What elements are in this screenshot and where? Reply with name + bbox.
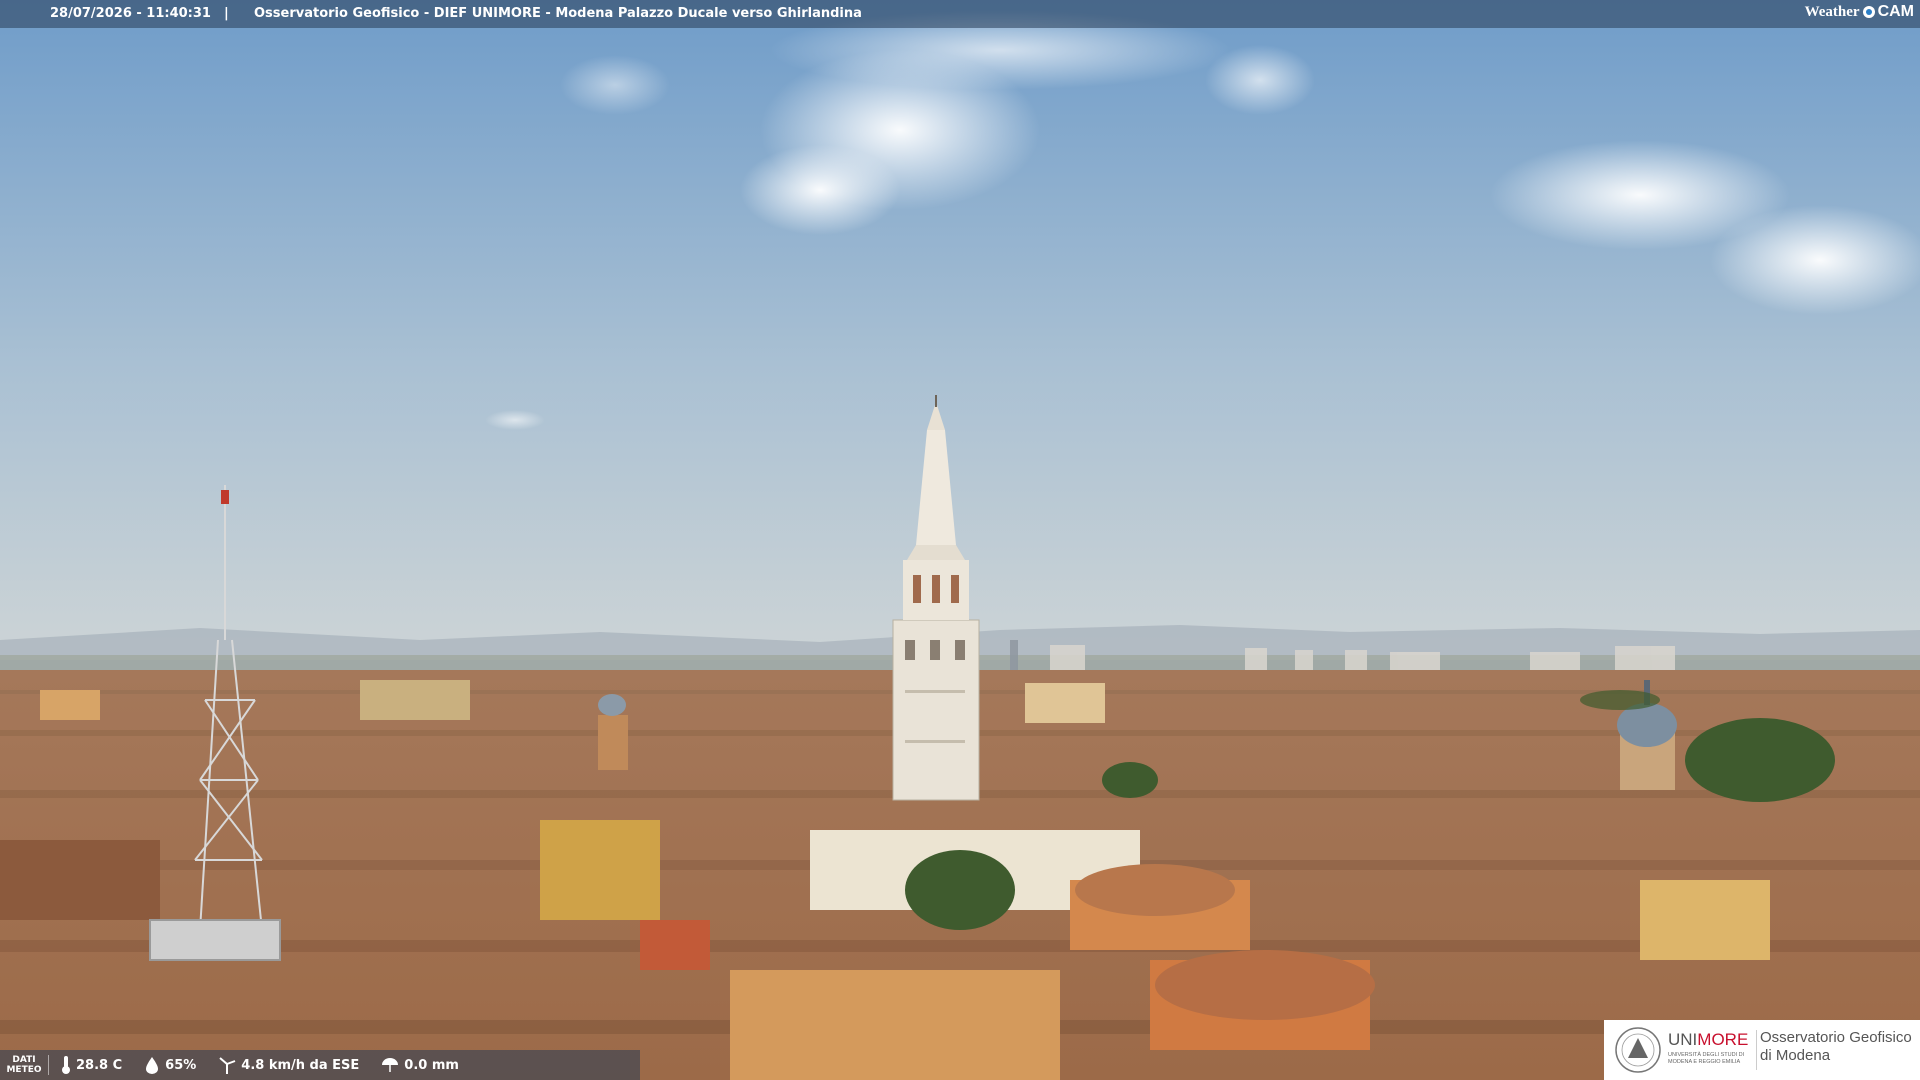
- weathercam-logo: Weather CAM: [1805, 3, 1914, 21]
- separator: |: [224, 6, 229, 21]
- wind-turbine-icon: [219, 1057, 236, 1074]
- unimore-observatory-logo: UNIMORE UNIVERSITÀ DEGLI STUDI DI MODENA…: [1604, 1020, 1920, 1080]
- logo-divider: [1756, 1030, 1757, 1070]
- unimore-wordmark: UNIMORE: [1668, 1030, 1749, 1049]
- thermometer-icon: [62, 1056, 70, 1074]
- observatory-name: Osservatorio Geofisico di Modena: [1760, 1029, 1912, 1064]
- webcam-photo: [0, 0, 1920, 1080]
- small-dome: [598, 694, 628, 770]
- rain-reading: 0.0 mm: [381, 1056, 459, 1074]
- unimore-seal-icon: [1615, 1027, 1661, 1073]
- camera-info-bar: 28/07/2026 - 11:40:31 | Osservatorio Geo…: [0, 0, 1920, 28]
- temperature-reading: 28.8 C: [61, 1056, 122, 1074]
- humidity-drop-icon: [146, 1057, 159, 1074]
- meteo-label: DATI METEO: [0, 1055, 49, 1075]
- camera-title: Osservatorio Geofisico - DIEF UNIMORE - …: [254, 6, 862, 21]
- weathercam-weather-text: Weather: [1804, 3, 1860, 20]
- rain-umbrella-icon: [382, 1058, 399, 1072]
- timestamp: 28/07/2026 - 11:40:31: [50, 6, 211, 21]
- weathercam-cam-text: CAM: [1877, 3, 1914, 20]
- wind-reading: 4.8 km/h da ESE: [218, 1056, 359, 1074]
- humidity-reading: 65%: [144, 1056, 196, 1074]
- unimore-subtitle: UNIVERSITÀ DEGLI STUDI DI MODENA E REGGI…: [1668, 1052, 1745, 1065]
- weather-data-bar: DATI METEO 28.8 C 65% 4.8 km/h da ESE 0.…: [0, 1050, 640, 1080]
- weathercam-logo-icon: [1862, 6, 1875, 18]
